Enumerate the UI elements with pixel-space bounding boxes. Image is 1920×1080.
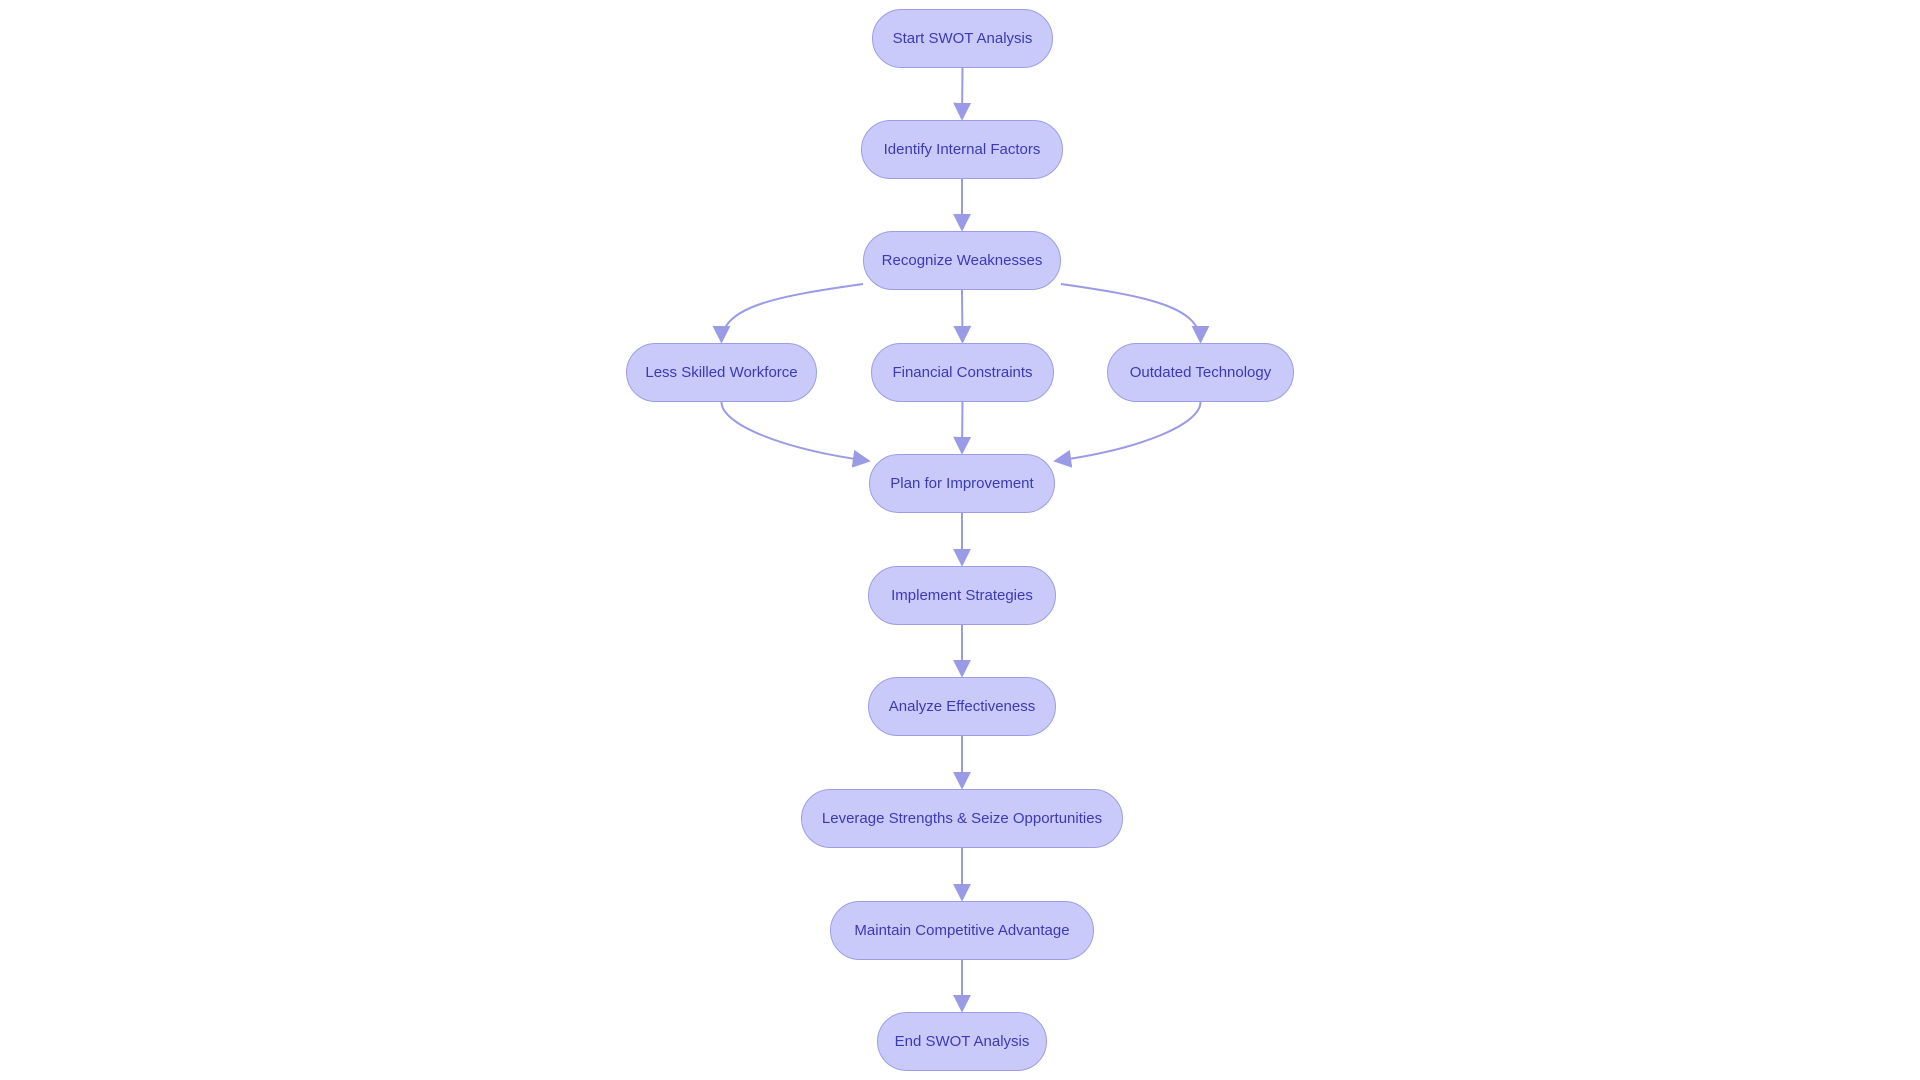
node-recognize: Recognize Weaknesses: [863, 231, 1061, 290]
node-implement: Implement Strategies: [868, 566, 1056, 625]
node-identify: Identify Internal Factors: [861, 120, 1063, 179]
edge-recognize-to-tech: [1060, 283, 1210, 344]
node-workforce: Less Skilled Workforce: [626, 343, 817, 402]
node-analyze: Analyze Effectiveness: [868, 677, 1056, 736]
edge-tech-to-plan: [1053, 401, 1202, 468]
node-plan: Plan for Improvement: [869, 454, 1055, 513]
edge-financial-to-plan: [953, 401, 972, 455]
node-leverage: Leverage Strengths & Seize Opportunities: [801, 789, 1123, 848]
node-start: Start SWOT Analysis: [872, 9, 1053, 68]
node-financial: Financial Constraints: [871, 343, 1054, 402]
node-end: End SWOT Analysis: [877, 1012, 1047, 1071]
node-maintain: Maintain Competitive Advantage: [830, 901, 1094, 960]
edge-recognize-to-workforce: [712, 283, 864, 344]
edge-start-to-identify: [953, 67, 972, 121]
edge-workforce-to-plan: [720, 401, 871, 468]
edge-recognize-to-financial: [953, 289, 972, 344]
node-tech: Outdated Technology: [1107, 343, 1294, 402]
